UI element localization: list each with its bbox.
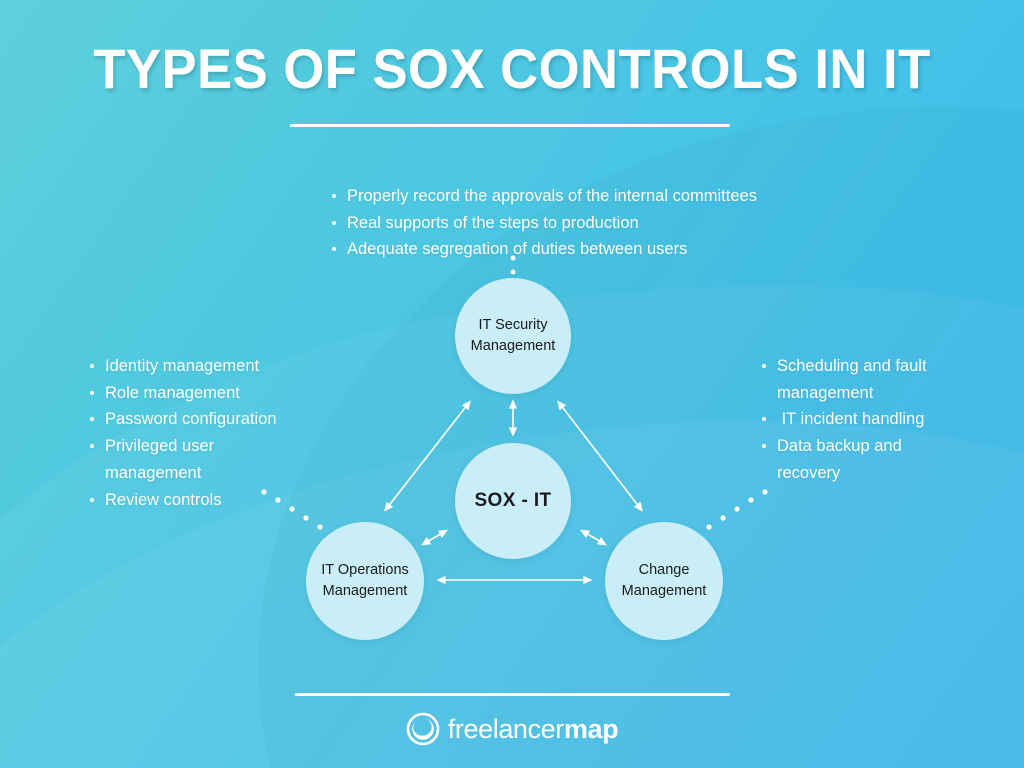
node-it-operations-management: IT Operations Management (306, 522, 424, 640)
title-divider (290, 124, 730, 127)
node-label: Change Management (621, 562, 707, 599)
logo-word-map: map (563, 713, 619, 744)
page-title: TYPES OF SOX CONTROLS IN IT (93, 37, 931, 100)
logo-word-freelancer: freelancer (447, 713, 564, 744)
bullet-list-it-operations: Scheduling and fault management IT incid… (760, 353, 950, 487)
logo-wordmark: freelancermap (447, 713, 619, 744)
list-item: Data backup and recovery (760, 433, 950, 486)
footer-divider (295, 693, 730, 696)
list-item: Real supports of the steps to production (330, 210, 800, 237)
node-it-security-management: IT Security Management (455, 278, 571, 394)
list-item: IT incident handling (760, 406, 950, 433)
list-item: Role management (88, 380, 303, 407)
infographic-canvas: TYPES OF SOX CONTROLS IN IT Properly rec… (0, 0, 1024, 768)
node-label: IT Operations Management (321, 562, 409, 599)
list-item: Password configuration (88, 406, 303, 433)
list-item: Privileged user management (88, 433, 303, 486)
list-item: Properly record the approvals of the int… (330, 183, 800, 210)
node-sox-it: SOX - IT (455, 443, 571, 559)
freelancermap-swirl-icon (406, 712, 440, 746)
node-change-management: Change Management (605, 522, 723, 640)
list-item: Scheduling and fault management (760, 353, 950, 406)
list-item: Adequate segregation of duties between u… (330, 236, 800, 263)
bullet-list-change-management: Properly record the approvals of the int… (330, 183, 800, 263)
node-label: IT Security Management (470, 317, 556, 354)
freelancermap-logo: freelancermap (0, 712, 1024, 746)
bullet-list-it-security: Identity management Role management Pass… (88, 353, 303, 513)
list-item: Review controls (88, 487, 303, 514)
list-item: Identity management (88, 353, 303, 380)
node-label: SOX - IT (474, 489, 552, 511)
